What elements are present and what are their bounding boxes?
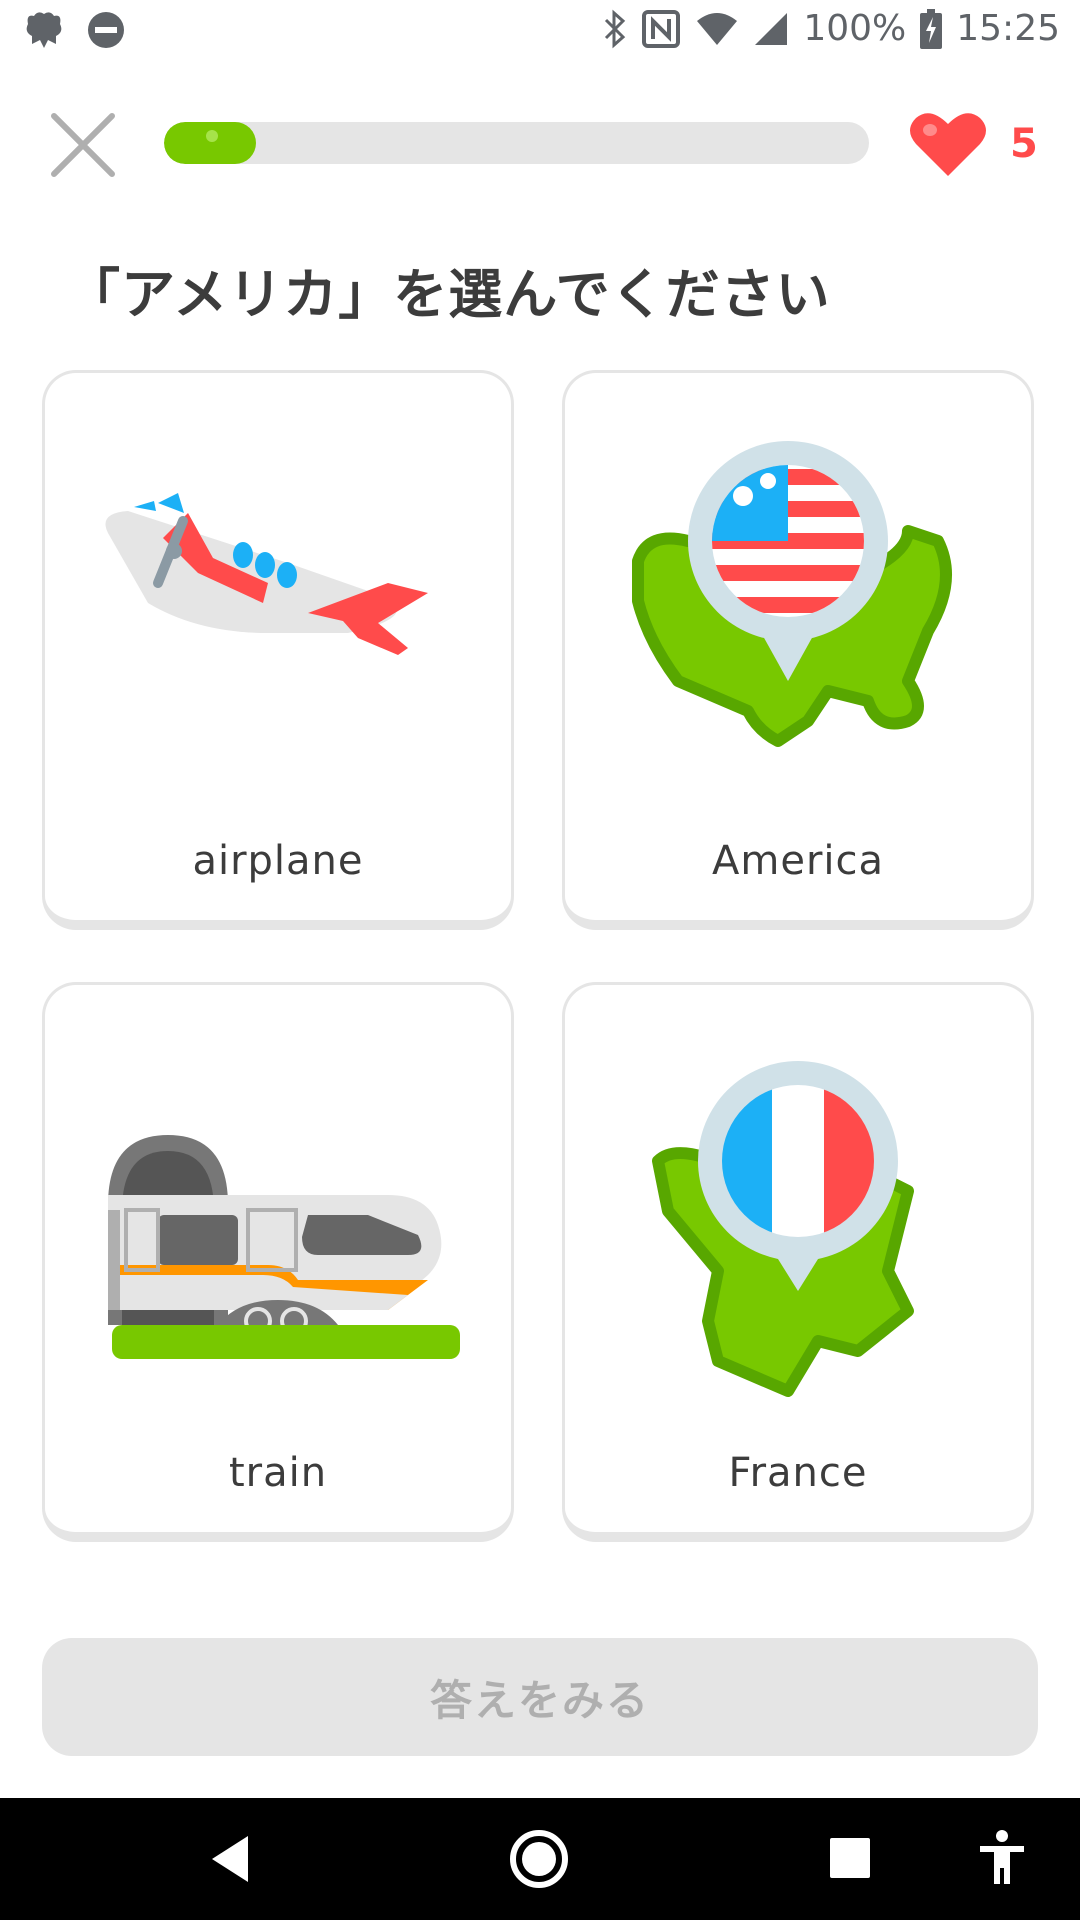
nfc-icon (641, 9, 681, 49)
do-not-disturb-icon (86, 10, 126, 54)
heart-icon (910, 113, 986, 176)
bluetooth-icon (603, 9, 627, 49)
close-icon (51, 113, 115, 177)
home-icon (510, 1830, 568, 1888)
hearts-counter[interactable]: 5 (908, 110, 1038, 178)
choice-card-france[interactable]: France (562, 982, 1034, 1542)
wifi-icon (695, 11, 739, 47)
choice-card-america[interactable]: America (562, 370, 1034, 930)
signal-icon (753, 11, 789, 47)
hearts-count: 5 (1010, 121, 1038, 167)
battery-percent: 100% (803, 8, 907, 49)
android-navigation-bar (0, 1798, 1080, 1920)
airplane-illustration (105, 493, 428, 655)
duolingo-notification-icon (22, 10, 66, 54)
train-illustration (108, 1135, 460, 1359)
lesson-progress-bar (164, 122, 869, 164)
back-icon (212, 1836, 248, 1882)
battery-charging-icon (920, 8, 943, 49)
close-button[interactable] (48, 110, 118, 180)
america-map-illustration (632, 441, 952, 747)
choice-card-airplane[interactable]: airplane (42, 370, 514, 930)
choice-label: airplane (192, 838, 364, 884)
status-bar: 100% 15:25 (0, 0, 1080, 64)
clock: 15:25 (956, 8, 1060, 49)
back-button[interactable] (208, 1834, 252, 1888)
lesson-header: 5 (0, 100, 1080, 190)
france-map-illustration (652, 1061, 914, 1397)
progress-highlight (206, 130, 218, 142)
progress-fill (164, 122, 256, 164)
recent-apps-icon (830, 1838, 870, 1878)
choice-card-train[interactable]: train (42, 982, 514, 1542)
recent-apps-button[interactable] (830, 1838, 870, 1882)
home-button[interactable] (508, 1828, 570, 1894)
question-prompt: 「アメリカ」を選んでください (66, 263, 831, 326)
accessibility-icon (980, 1830, 1024, 1884)
choice-label: train (228, 1450, 328, 1496)
accessibility-button[interactable] (978, 1830, 1026, 1890)
choice-label: America (712, 838, 884, 884)
choice-label: France (728, 1450, 868, 1496)
check-answer-button[interactable]: 答えをみる (42, 1638, 1038, 1756)
